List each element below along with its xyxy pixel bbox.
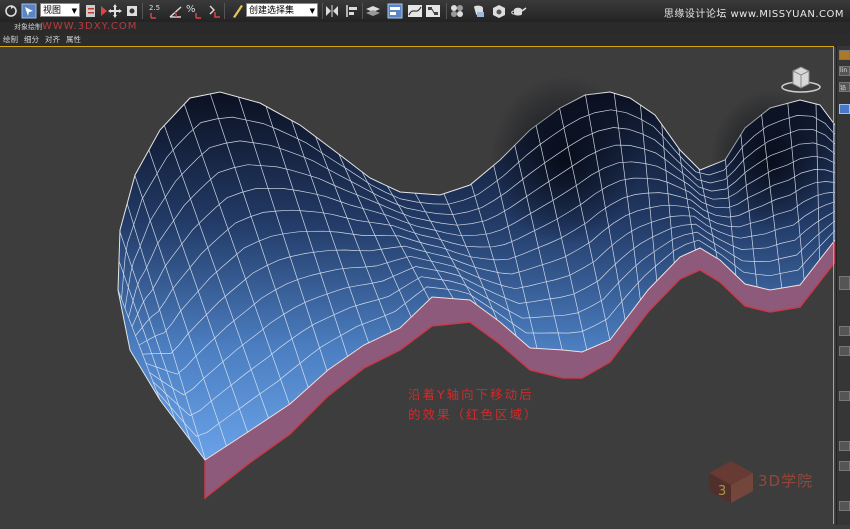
separator — [446, 3, 447, 19]
annotation-text: 沿着Y轴向下移动后的效果（红色区域） — [408, 387, 539, 422]
view-dropdown-value: 视图 — [43, 6, 62, 16]
perspective-viewport[interactable] — [0, 46, 836, 525]
panel-tab-2[interactable]: 铅 — [839, 82, 850, 92]
panel-tab-1[interactable]: lin — [839, 66, 850, 76]
selection-set-value: 创建选择集 — [249, 6, 295, 16]
separator — [142, 3, 143, 19]
separator — [362, 3, 363, 19]
viewcube-icon[interactable] — [780, 66, 822, 100]
svg-text:%: % — [186, 4, 196, 15]
panel-scroll-button[interactable] — [839, 276, 850, 290]
watermark-text: WWW.3DXY.COM — [42, 21, 138, 32]
rendered-frame-icon[interactable] — [490, 2, 508, 20]
brand-text: 思缘设计论坛 www.MISSYUAN.COM — [663, 9, 844, 20]
select-object-icon[interactable] — [20, 2, 38, 20]
separator — [224, 3, 225, 19]
select-by-name-icon[interactable] — [84, 2, 98, 20]
schematic-view-icon[interactable] — [424, 2, 442, 20]
curve-editor-icon[interactable] — [406, 2, 424, 20]
logo-icon: 3 — [705, 455, 757, 509]
panel-spinner[interactable] — [839, 441, 850, 451]
graphite-ribbon-icon[interactable] — [386, 2, 404, 20]
align-icon[interactable] — [344, 2, 360, 20]
panel-spinner[interactable] — [839, 326, 850, 336]
command-panel: lin 铅 — [836, 46, 850, 525]
render-setup-icon[interactable] — [470, 2, 488, 20]
percent-snap-icon[interactable]: % — [184, 2, 204, 20]
angle-snap-icon[interactable] — [166, 2, 186, 20]
object-paint-label: 对象绘制 — [14, 23, 42, 31]
panel-spinner[interactable] — [839, 501, 850, 511]
svg-text:3: 3 — [718, 484, 726, 499]
panel-sun-icon[interactable] — [839, 50, 850, 60]
edit-named-selection-icon[interactable] — [228, 2, 246, 20]
move-icon[interactable] — [106, 2, 124, 20]
layer-manager-icon[interactable] — [364, 2, 382, 20]
logo-text: 3D学院 — [758, 472, 814, 490]
mesh-surface — [117, 75, 836, 500]
material-editor-icon[interactable] — [448, 2, 466, 20]
separator — [322, 3, 323, 19]
tab-draw[interactable]: 绘制 — [0, 34, 21, 46]
chevron-down-icon: ▼ — [71, 7, 77, 15]
panel-checkbox[interactable] — [839, 391, 850, 401]
panel-spinner[interactable] — [839, 461, 850, 471]
view-dropdown[interactable]: 视图 ▼ — [40, 3, 80, 17]
teapot-icon[interactable] — [510, 2, 528, 20]
chevron-down-icon: ▼ — [309, 7, 315, 15]
undo-icon[interactable] — [2, 2, 20, 20]
spinner-snap-icon[interactable] — [204, 2, 222, 20]
tab-subdivide[interactable]: 细分 — [21, 34, 42, 46]
tab-align[interactable]: 对齐 — [42, 34, 63, 46]
panel-spinner[interactable] — [839, 346, 850, 356]
snap-2-5-icon[interactable]: 2.5 — [146, 2, 168, 20]
panel-selected-item[interactable] — [839, 104, 850, 114]
tab-properties[interactable]: 属性 — [63, 34, 84, 46]
mirror-icon[interactable] — [324, 2, 340, 20]
rotate-icon[interactable] — [124, 2, 140, 20]
selection-set-dropdown[interactable]: 创建选择集 ▼ — [246, 3, 318, 17]
main-toolbar: 视图 ▼ 2.5 % 创建选择集 ▼ 思缘设计论坛 www.MISSYUAN.C… — [0, 0, 850, 23]
svg-text:2.5: 2.5 — [149, 4, 160, 12]
